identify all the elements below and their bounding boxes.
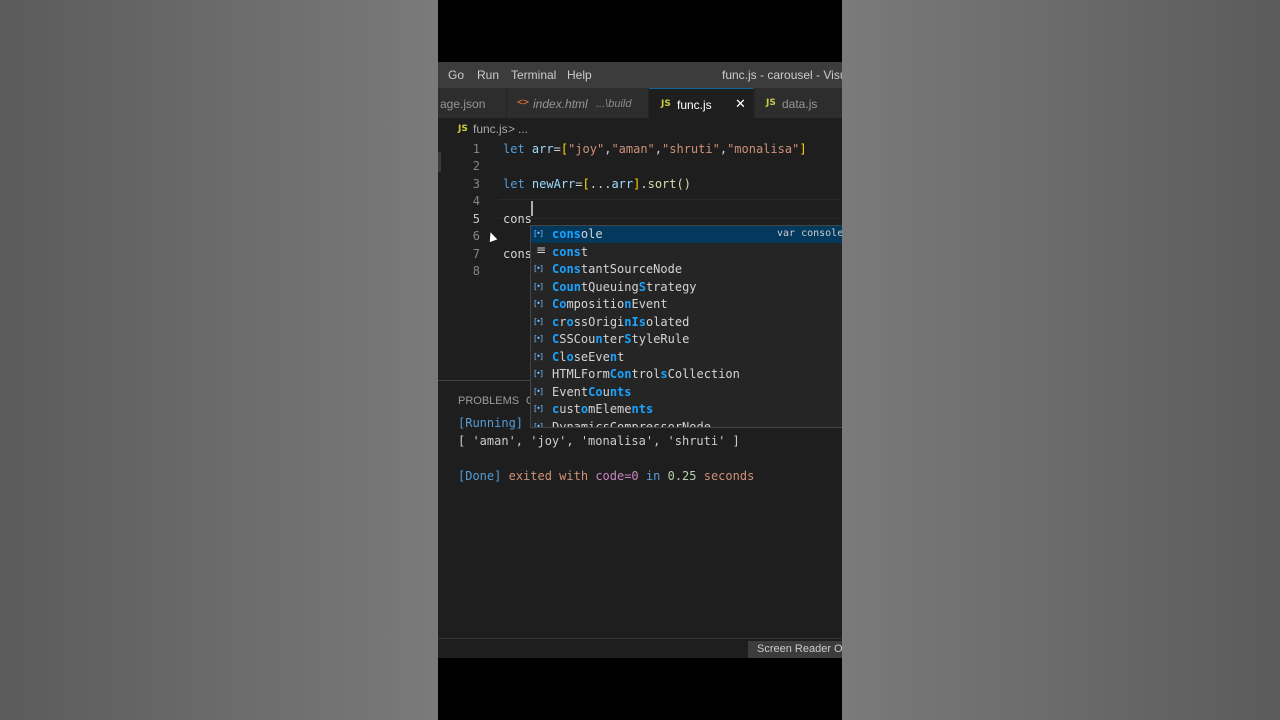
blurred-background-right: [842, 0, 1280, 720]
autocomplete-widget: console var console const ConstantSource…: [530, 225, 842, 428]
output-running: [Running]: [458, 416, 524, 430]
screen-reader-button[interactable]: Screen Reader Optimized: [748, 641, 842, 658]
line-number: 6: [472, 229, 480, 243]
variable-icon: [534, 296, 548, 310]
text-caret: [531, 201, 533, 216]
suggestion-closeevent[interactable]: CloseEvent: [531, 349, 842, 366]
variable-icon: [534, 314, 548, 328]
tab-index-html[interactable]: <> index.html ...\build: [507, 88, 649, 118]
js-icon: JS: [661, 99, 671, 109]
suggestion-dynamicscompressornode[interactable]: DynamicsCompressorNode: [531, 419, 842, 428]
tab-description: ...\build: [596, 98, 632, 110]
menu-go[interactable]: Go: [448, 68, 464, 82]
suggestion-constantsourcenode[interactable]: ConstantSourceNode: [531, 261, 842, 278]
blurred-background-left: [0, 0, 438, 720]
menu-run[interactable]: Run: [477, 68, 499, 82]
output-done: [Done] exited with code=0 in 0.25 second…: [458, 469, 755, 483]
line-number: 4: [472, 194, 480, 208]
line-number-current: 5: [472, 212, 480, 226]
tab-package-json[interactable]: age.json: [438, 88, 507, 118]
menu-bar: Go Run Terminal Help func.js - carousel …: [438, 62, 842, 88]
video-frame: Go Run Terminal Help func.js - carousel …: [438, 0, 842, 720]
html-icon: <>: [517, 97, 530, 108]
variable-icon: [534, 279, 548, 293]
suggestion-crossoriginisolated[interactable]: crossOriginIsolated: [531, 314, 842, 331]
suggestion-console[interactable]: console var console: [531, 226, 842, 243]
js-icon: JS: [766, 98, 776, 108]
variable-icon: [534, 331, 548, 345]
suggestion-compositionevent[interactable]: CompositionEvent: [531, 296, 842, 313]
suggestion-const[interactable]: const: [531, 243, 842, 261]
suggestion-customelements[interactable]: customElements: [531, 401, 842, 418]
tab-func-js[interactable]: JS func.js ✕: [649, 88, 754, 118]
menu-help[interactable]: Help: [567, 68, 592, 82]
breadcrumb-more[interactable]: ...: [518, 122, 528, 136]
code-line-5: cons: [503, 212, 532, 226]
tab-label: data.js: [782, 97, 818, 111]
tab-label: age.json: [440, 97, 486, 111]
tab-problems[interactable]: PROBLEMS: [458, 395, 519, 407]
close-icon[interactable]: ✕: [735, 96, 746, 112]
variable-icon: [534, 349, 548, 363]
code-line-7: cons: [503, 247, 532, 261]
gutter-indicator: [438, 152, 441, 172]
suggestion-detail: var console: [777, 228, 842, 239]
variable-icon: [534, 384, 548, 398]
tab-label: func.js: [677, 98, 712, 112]
output-result: [ 'aman', 'joy', 'monalisa', 'shruti' ]: [458, 434, 740, 448]
line-number: 3: [472, 177, 480, 191]
keyword-icon: [534, 243, 548, 258]
suggestion-csscounterstylerule[interactable]: CSSCounterStyleRule: [531, 331, 842, 348]
suggestion-eventcounts[interactable]: EventCounts: [531, 384, 842, 401]
suggestion-countqueuingstrategy[interactable]: CountQueuingStrategy: [531, 279, 842, 296]
current-line-highlight: [498, 199, 842, 219]
variable-icon: [534, 366, 548, 380]
breadcrumb: JS func.js > ...: [438, 118, 842, 140]
variable-icon: [534, 401, 548, 415]
line-number: 2: [472, 159, 480, 173]
variable-icon: [534, 226, 548, 240]
code-line-1: let arr=["joy","aman","shruti","monalisa…: [503, 142, 807, 156]
tab-label: index.html: [533, 97, 588, 111]
code-line-3: let newArr=[...arr].sort(): [503, 177, 691, 191]
vscode-window: Go Run Terminal Help func.js - carousel …: [438, 62, 842, 658]
tab-data-js[interactable]: JS data.js: [755, 88, 842, 118]
js-icon: JS: [458, 124, 468, 134]
line-number: 7: [472, 247, 480, 261]
line-number: 1: [472, 142, 480, 156]
breadcrumb-separator: >: [508, 122, 516, 136]
window-title: func.js - carousel - Visual S: [722, 68, 842, 82]
variable-icon: [534, 261, 548, 275]
line-number: 8: [472, 264, 480, 278]
status-bar: Screen Reader Optimized: [438, 638, 842, 658]
suggestion-htmlformcontrolscollection[interactable]: HTMLFormControlsCollection: [531, 366, 842, 383]
variable-icon: [534, 419, 548, 428]
editor-tabs: age.json <> index.html ...\build JS func…: [438, 88, 842, 118]
menu-terminal[interactable]: Terminal: [511, 68, 556, 82]
breadcrumb-file[interactable]: func.js: [473, 122, 508, 136]
